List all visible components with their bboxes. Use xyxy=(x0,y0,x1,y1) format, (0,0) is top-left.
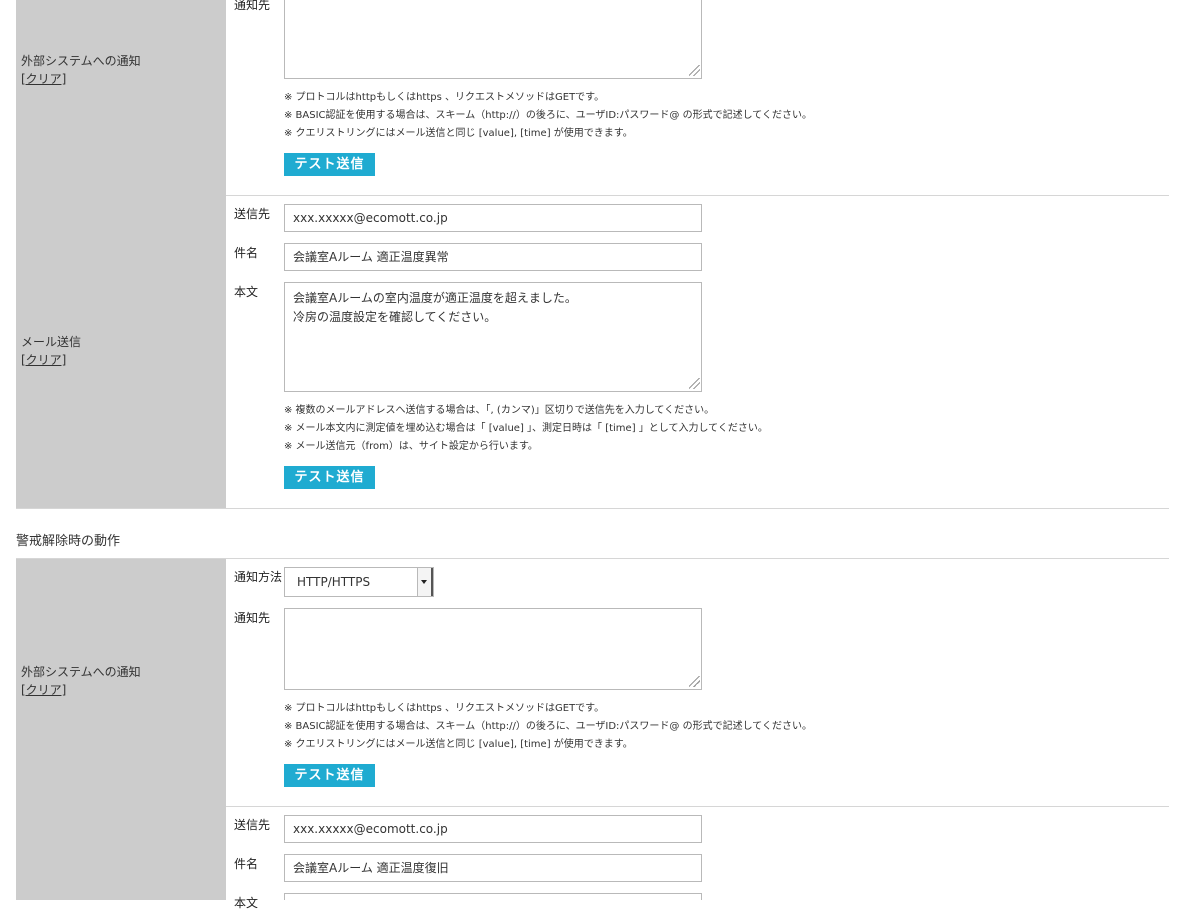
release-external-test-button[interactable]: テスト送信 xyxy=(284,764,375,787)
trigger-external-title: 外部システムへの通知 xyxy=(21,54,141,68)
trigger-mail-title: メール送信 xyxy=(21,335,82,349)
trigger-mail-label: メール送信 [クリア] xyxy=(21,333,81,369)
release-method-select[interactable]: HTTP/HTTPS xyxy=(284,567,434,597)
trigger-external-label: 外部システムへの通知 [クリア] xyxy=(21,52,141,88)
chevron-down-icon[interactable] xyxy=(417,568,433,596)
release-external-note-3: ※ クエリストリングにはメール送信と同じ [value], [time] が使用… xyxy=(284,739,633,750)
trigger-mail-note-2: ※ メール本文内に測定値を埋め込む場合は「 [value] 」、測定日時は「 [… xyxy=(284,423,768,434)
trigger-mail-clear-link[interactable]: [クリア] xyxy=(21,351,81,369)
trigger-external-note-3: ※ クエリストリングにはメール送信と同じ [value], [time] が使用… xyxy=(284,128,633,139)
release-destination-textarea[interactable] xyxy=(284,608,702,690)
trigger-bottom-divider xyxy=(16,508,1169,509)
trigger-mail-test-button[interactable]: テスト送信 xyxy=(284,466,375,489)
release-label-column xyxy=(16,559,226,900)
release-mail-subject-input[interactable]: 会議室Aルーム 適正温度復旧 xyxy=(284,854,702,882)
trigger-destination-textarea[interactable] xyxy=(284,0,702,79)
trigger-external-clear-link[interactable]: [クリア] xyxy=(21,70,141,88)
trigger-mail-to-input[interactable]: xxx.xxxxx@ecomott.co.jp xyxy=(284,204,702,232)
release-mail-to-input[interactable]: xxx.xxxxx@ecomott.co.jp xyxy=(284,815,702,843)
trigger-external-test-button[interactable]: テスト送信 xyxy=(284,153,375,176)
trigger-divider-1 xyxy=(226,195,1169,196)
release-destination-resize-grip[interactable] xyxy=(689,676,701,688)
release-section-title: 警戒解除時の動作 xyxy=(16,534,121,549)
trigger-mail-body-label: 本文 xyxy=(234,285,259,299)
trigger-mail-to-label: 送信先 xyxy=(234,207,271,221)
release-method-value: HTTP/HTTPS xyxy=(297,575,371,589)
trigger-mail-body-resize-grip[interactable] xyxy=(689,378,701,390)
release-destination-label: 通知先 xyxy=(234,611,271,625)
release-mail-to-label: 送信先 xyxy=(234,818,271,832)
release-external-note-1: ※ プロトコルはhttpもしくはhttps 、リクエストメソッドはGETです。 xyxy=(284,703,605,714)
trigger-mail-subject-input[interactable]: 会議室Aルーム 適正温度異常 xyxy=(284,243,702,271)
trigger-mail-note-3: ※ メール送信元（from）は、サイト設定から行います。 xyxy=(284,441,538,452)
trigger-destination-resize-grip[interactable] xyxy=(689,65,701,77)
release-method-label: 通知方法 xyxy=(234,570,283,584)
release-mail-body-label: 本文 xyxy=(234,896,259,910)
trigger-destination-label: 通知先 xyxy=(234,0,271,12)
release-external-title: 外部システムへの通知 xyxy=(21,665,141,679)
trigger-mail-note-1: ※ 複数のメールアドレスへ送信する場合は、「, (カンマ)」区切りで送信先を入力… xyxy=(284,405,715,416)
release-divider-1 xyxy=(226,806,1169,807)
release-external-clear-link[interactable]: [クリア] xyxy=(21,681,141,699)
release-mail-subject-label: 件名 xyxy=(234,857,259,871)
trigger-mail-subject-label: 件名 xyxy=(234,246,259,260)
release-external-label: 外部システムへの通知 [クリア] xyxy=(21,663,141,699)
release-mail-body-textarea[interactable] xyxy=(284,893,702,900)
trigger-external-note-2: ※ BASIC認証を使用する場合は、スキーム（http://）の後ろに、ユーザI… xyxy=(284,110,812,121)
release-external-note-2: ※ BASIC認証を使用する場合は、スキーム（http://）の後ろに、ユーザI… xyxy=(284,721,812,732)
trigger-mail-body-textarea[interactable]: 会議室Aルームの室内温度が適正温度を超えました。 冷房の温度設定を確認してくださ… xyxy=(284,282,702,392)
trigger-external-note-1: ※ プロトコルはhttpもしくはhttps 、リクエストメソッドはGETです。 xyxy=(284,92,605,103)
